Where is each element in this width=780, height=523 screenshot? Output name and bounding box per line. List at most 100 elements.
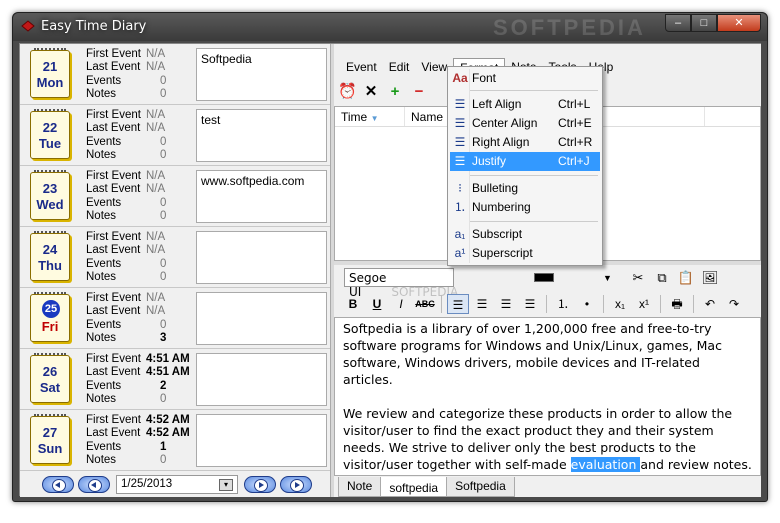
font-icon: Aa xyxy=(452,71,468,85)
print-icon[interactable]: 🖶 xyxy=(666,294,688,314)
day-note-box[interactable] xyxy=(196,353,327,406)
tab-note[interactable]: Note xyxy=(338,477,382,497)
notes-count: 0 xyxy=(160,454,167,466)
last-event-label: Last Event xyxy=(86,366,141,378)
day-note-box[interactable]: test xyxy=(196,109,327,162)
paste-icon[interactable]: 📋 xyxy=(676,268,696,288)
toolbar-separator xyxy=(441,295,442,313)
calendar-page-icon[interactable]: 26 Sat xyxy=(30,353,70,403)
menu-item-justify[interactable]: ☰ Justify Ctrl+J xyxy=(450,152,600,171)
align-left-icon: ☰ xyxy=(454,97,466,111)
prev-week-button[interactable] xyxy=(42,476,74,493)
last-event-value: N/A xyxy=(146,61,166,73)
calendar-page-icon[interactable]: 21 Mon xyxy=(30,48,70,98)
day-row[interactable]: 23 Wed First Event N/A Last Event N/A Ev… xyxy=(20,166,330,227)
copy-icon[interactable]: ⧉ xyxy=(652,268,672,288)
menu-item-superscript[interactable]: a¹ Superscript xyxy=(450,244,600,263)
bulleting-button[interactable]: • xyxy=(576,294,598,314)
menu-item-numbering[interactable]: ⒈ Numbering xyxy=(450,198,600,217)
calendar-page-icon[interactable]: 23 Wed xyxy=(30,170,70,220)
last-event-value: N/A xyxy=(146,122,166,134)
day-name: Tue xyxy=(38,136,62,151)
events-count: 0 xyxy=(160,319,167,331)
tab-softpedia[interactable]: Softpedia xyxy=(446,477,515,497)
justify-button[interactable]: ☰ xyxy=(519,294,541,314)
menu-edit[interactable]: Edit xyxy=(383,58,416,78)
delete-x-icon[interactable]: ✕ xyxy=(362,83,380,101)
day-row[interactable]: 22 Tue First Event N/A Last Event N/A Ev… xyxy=(20,105,330,166)
day-note-box[interactable] xyxy=(196,414,327,467)
day-note-box[interactable] xyxy=(196,292,327,345)
client-area: 21 Mon First Event N/A Last Event N/A Ev… xyxy=(19,43,761,497)
menu-event[interactable]: Event xyxy=(340,58,383,78)
day-row[interactable]: 27 Sun First Event 4:52 AM Last Event 4:… xyxy=(20,410,330,471)
day-note-box[interactable]: Softpedia xyxy=(196,48,327,101)
day-note-box[interactable] xyxy=(196,231,327,284)
calendar-page-icon[interactable]: 25 Fri xyxy=(30,292,70,342)
italic-button[interactable]: I xyxy=(390,294,412,314)
align-right-button[interactable]: ☰ xyxy=(495,294,517,314)
menu-item-center-align[interactable]: ☰ Center Align Ctrl+E xyxy=(450,114,600,133)
day-name: Sat xyxy=(39,380,61,395)
day-number: 26 xyxy=(42,364,58,379)
cut-icon[interactable]: ✂ xyxy=(628,268,648,288)
underline-button[interactable]: U xyxy=(366,294,388,314)
tab-softpedia-lower[interactable]: softpedia xyxy=(380,477,448,497)
day-number: 21 xyxy=(42,59,58,74)
left-arrow-icon xyxy=(91,482,96,488)
day-name: Fri xyxy=(41,319,59,334)
day-row[interactable]: 24 Thu First Event N/A Last Event N/A Ev… xyxy=(20,227,330,288)
day-row[interactable]: 26 Sat First Event 4:51 AM Last Event 4:… xyxy=(20,349,330,410)
toolbar-separator xyxy=(603,295,604,313)
prev-day-button[interactable] xyxy=(78,476,110,493)
day-row[interactable]: 25 Fri First Event N/A Last Event N/A Ev… xyxy=(20,288,330,349)
text-color-swatch[interactable] xyxy=(534,273,554,282)
add-event-icon[interactable]: + xyxy=(386,83,404,101)
menu-item-subscript[interactable]: a₁ Subscript xyxy=(450,225,600,244)
day-note-box[interactable]: www.softpedia.com xyxy=(196,170,327,223)
close-button[interactable]: ✕ xyxy=(717,14,761,32)
events-count: 2 xyxy=(160,380,167,392)
notes-label: Notes xyxy=(86,332,117,344)
events-count: 0 xyxy=(160,258,167,270)
bold-button[interactable]: B xyxy=(342,294,364,314)
alarm-clock-icon[interactable]: ⏰ xyxy=(338,83,357,101)
menu-item-bulleting[interactable]: ⁝ Bulleting xyxy=(450,179,600,198)
maximize-button[interactable]: □ xyxy=(691,14,717,32)
color-dropdown-icon[interactable]: ▼ xyxy=(603,273,612,283)
insert-image-icon[interactable]: 🖼 xyxy=(700,268,720,288)
events-label: Events xyxy=(86,319,122,331)
undo-icon[interactable]: ↶ xyxy=(699,294,721,314)
next-week-button[interactable] xyxy=(280,476,312,493)
align-left-button[interactable]: ☰ xyxy=(447,294,469,314)
superscript-button[interactable]: x¹ xyxy=(633,294,655,314)
first-event-value: N/A xyxy=(146,231,166,243)
next-day-button[interactable] xyxy=(244,476,276,493)
subscript-button[interactable]: x₁ xyxy=(609,294,631,314)
minimize-button[interactable]: – xyxy=(665,14,691,32)
calendar-page-icon[interactable]: 24 Thu xyxy=(30,231,70,281)
menu-item-left-align[interactable]: ☰ Left Align Ctrl+L xyxy=(450,95,600,114)
calendar-page-icon[interactable]: 27 Sun xyxy=(30,414,70,464)
redo-icon[interactable]: ↷ xyxy=(723,294,745,314)
numbering-button[interactable]: ⒈ xyxy=(552,294,574,314)
title-bar[interactable]: Easy Time Diary SOFTPEDIA – □ ✕ xyxy=(13,13,767,41)
last-event-value: 4:51 AM xyxy=(146,366,190,378)
last-event-value: N/A xyxy=(146,305,166,317)
calendar-dropdown-icon[interactable]: ▾ xyxy=(219,479,233,491)
last-event-value: N/A xyxy=(146,244,166,256)
menu-item-right-align[interactable]: ☰ Right Align Ctrl+R xyxy=(450,133,600,152)
day-row[interactable]: 21 Mon First Event N/A Last Event N/A Ev… xyxy=(20,44,330,105)
strikethrough-button[interactable]: ABC xyxy=(414,294,436,314)
day-name: Wed xyxy=(36,197,64,212)
menu-item-font[interactable]: Aa Font xyxy=(450,69,600,88)
notes-label: Notes xyxy=(86,210,117,222)
font-name-select[interactable]: Segoe UI SOFTPEDIA xyxy=(344,268,458,299)
calendar-page-icon[interactable]: 22 Tue xyxy=(30,109,70,159)
first-event-label: First Event xyxy=(86,292,141,304)
remove-event-icon[interactable]: − xyxy=(410,83,428,101)
column-time[interactable]: Time ▼ xyxy=(335,107,405,126)
note-editor[interactable]: Softpedia is a library of over 1,200,000… xyxy=(334,317,761,476)
date-picker[interactable]: 1/25/2013 ▾ xyxy=(116,475,238,494)
align-center-button[interactable]: ☰ xyxy=(471,294,493,314)
